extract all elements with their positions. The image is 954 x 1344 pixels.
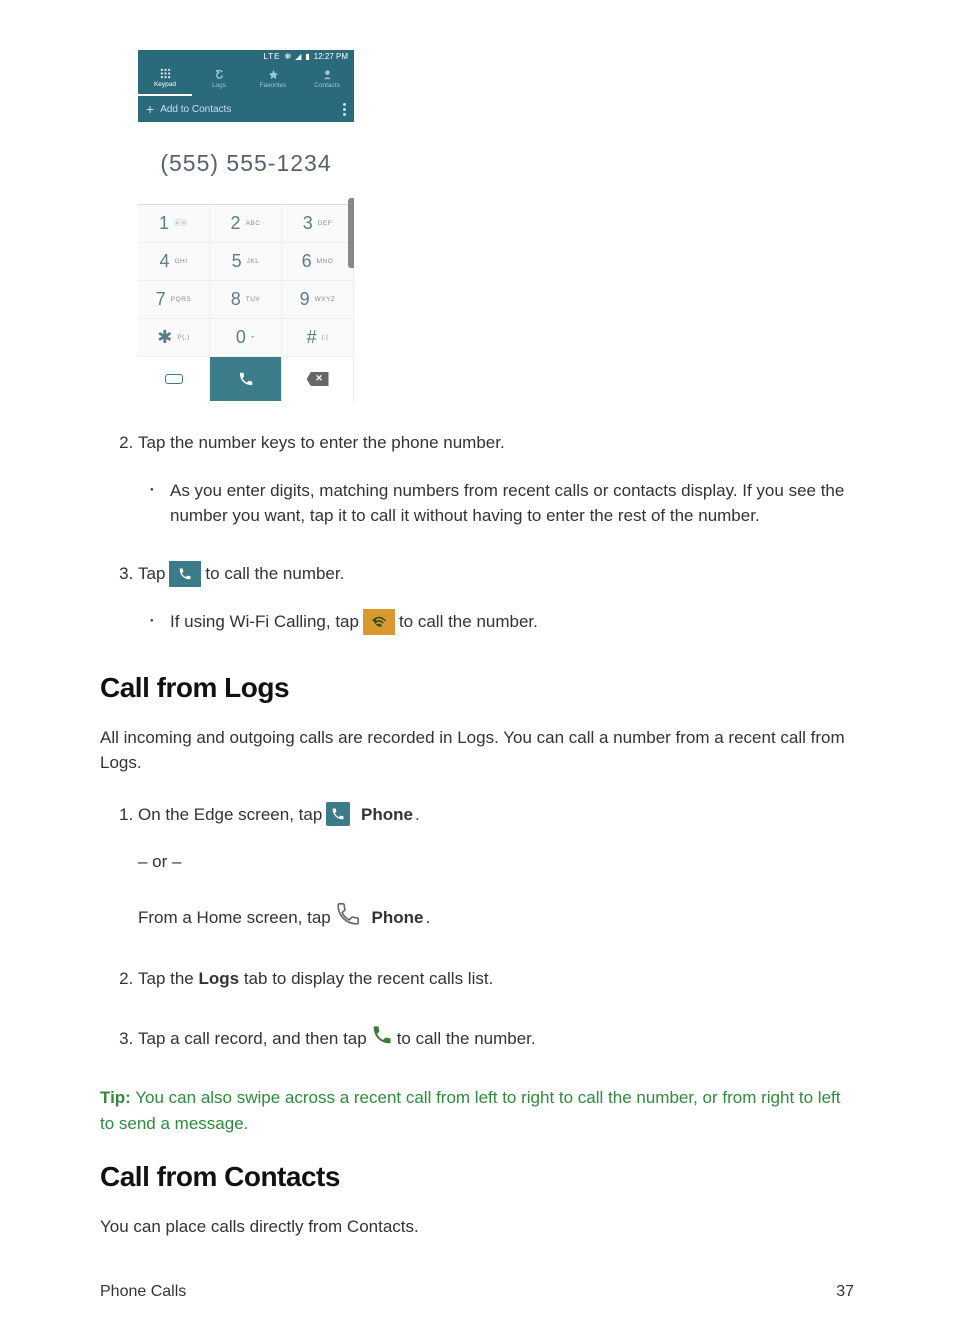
plus-icon: + xyxy=(146,102,154,116)
tip-text: Tip: You can also swipe across a recent … xyxy=(100,1085,854,1136)
overflow-menu-icon[interactable] xyxy=(343,103,346,116)
page-footer: Phone Calls 37 xyxy=(100,1280,854,1304)
voicemail-sub-icon: ⓞⓞ xyxy=(174,219,188,229)
keypad-icon xyxy=(160,68,171,79)
add-to-contacts-row: + Add to Contacts xyxy=(138,96,354,122)
add-to-contacts-button[interactable]: + Add to Contacts xyxy=(146,102,231,117)
logs-step-3: Tap a call record, and then tap to call … xyxy=(138,1024,854,1054)
battery-icon: ▮ xyxy=(305,51,309,63)
signal-icon: ◢ xyxy=(295,51,301,63)
entered-number: (555) 555-1234 xyxy=(138,122,354,204)
logs-steps: On the Edge screen, tap Phone. – or – Fr… xyxy=(100,802,854,1054)
key-4[interactable]: 4GHI xyxy=(138,243,210,281)
phone-outline-icon xyxy=(335,901,361,935)
contacts-intro: You can place calls directly from Contac… xyxy=(100,1214,854,1240)
logs-intro: All incoming and outgoing calls are reco… xyxy=(100,725,854,776)
key-2[interactable]: 2ABC xyxy=(210,205,282,243)
network-label: LTE xyxy=(263,51,280,63)
backspace-icon: ✕ xyxy=(307,372,329,386)
key-hash[interactable]: #|;| xyxy=(282,319,354,357)
heading-call-from-contacts: Call from Contacts xyxy=(100,1156,854,1198)
logs-icon xyxy=(214,69,225,80)
clock: 12:27 PM xyxy=(314,51,348,63)
phone-app-icon xyxy=(326,802,350,826)
wifi-call-icon xyxy=(363,609,395,635)
key-6[interactable]: 6MNO xyxy=(282,243,354,281)
key-5[interactable]: 5JKL xyxy=(210,243,282,281)
phone-app: LTE ✻ ◢ ▮ 12:27 PM Keypad Logs Favorites… xyxy=(138,50,354,402)
tab-logs[interactable]: Logs xyxy=(192,64,246,96)
logs-step-1: On the Edge screen, tap Phone. – or – Fr… xyxy=(138,802,854,935)
footer-section: Phone Calls xyxy=(100,1280,186,1304)
dial-button[interactable] xyxy=(210,357,282,401)
key-3[interactable]: 3DEF xyxy=(282,205,354,243)
tab-bar: Keypad Logs Favorites Contacts xyxy=(138,64,354,96)
footer-page-number: 37 xyxy=(836,1280,854,1304)
phone-screenshot: LTE ✻ ◢ ▮ 12:27 PM Keypad Logs Favorites… xyxy=(138,50,854,402)
tab-favorites[interactable]: Favorites xyxy=(246,64,300,96)
control-row: ✕ xyxy=(138,357,354,401)
key-0[interactable]: 0+ xyxy=(210,319,282,357)
step-3: Tap to call the number. If using Wi-Fi C… xyxy=(138,561,854,635)
voicemail-icon xyxy=(165,374,183,384)
tab-label: Logs xyxy=(212,81,226,91)
logs-step-2: Tap the Logs tab to display the recent c… xyxy=(138,966,854,992)
edge-panel-handle[interactable] xyxy=(348,198,354,268)
key-7[interactable]: 7PQRS xyxy=(138,281,210,319)
status-bar: LTE ✻ ◢ ▮ 12:27 PM xyxy=(138,50,354,64)
handset-icon xyxy=(238,371,254,387)
instruction-steps-continued: Tap the number keys to enter the phone n… xyxy=(100,430,854,635)
or-separator: – or – xyxy=(138,849,854,875)
person-icon xyxy=(322,69,333,80)
key-1[interactable]: 1ⓞⓞ xyxy=(138,205,210,243)
heading-call-from-logs: Call from Logs xyxy=(100,667,854,709)
key-star[interactable]: ✱P(,) xyxy=(138,319,210,357)
voicemail-button[interactable] xyxy=(138,357,210,401)
tab-contacts[interactable]: Contacts xyxy=(300,64,354,96)
tab-label: Keypad xyxy=(154,80,176,90)
brightness-icon: ✻ xyxy=(284,51,291,63)
dial-keypad: 1ⓞⓞ 2ABC 3DEF 4GHI 5JKL 6MNO 7PQRS 8TUV … xyxy=(138,204,354,357)
key-9[interactable]: 9WXYZ xyxy=(282,281,354,319)
step-3-note: If using Wi-Fi Calling, tap to call the … xyxy=(170,609,854,635)
tab-label: Favorites xyxy=(260,81,287,91)
tab-label: Contacts xyxy=(314,81,340,91)
add-label: Add to Contacts xyxy=(160,102,231,117)
key-8[interactable]: 8TUV xyxy=(210,281,282,319)
backspace-button[interactable]: ✕ xyxy=(282,357,354,401)
call-handset-icon xyxy=(371,1024,393,1054)
tab-keypad[interactable]: Keypad xyxy=(138,64,192,96)
star-icon xyxy=(268,69,279,80)
step-2-note: As you enter digits, matching numbers fr… xyxy=(170,478,854,529)
call-button-icon xyxy=(169,561,201,587)
step-2: Tap the number keys to enter the phone n… xyxy=(138,430,854,529)
